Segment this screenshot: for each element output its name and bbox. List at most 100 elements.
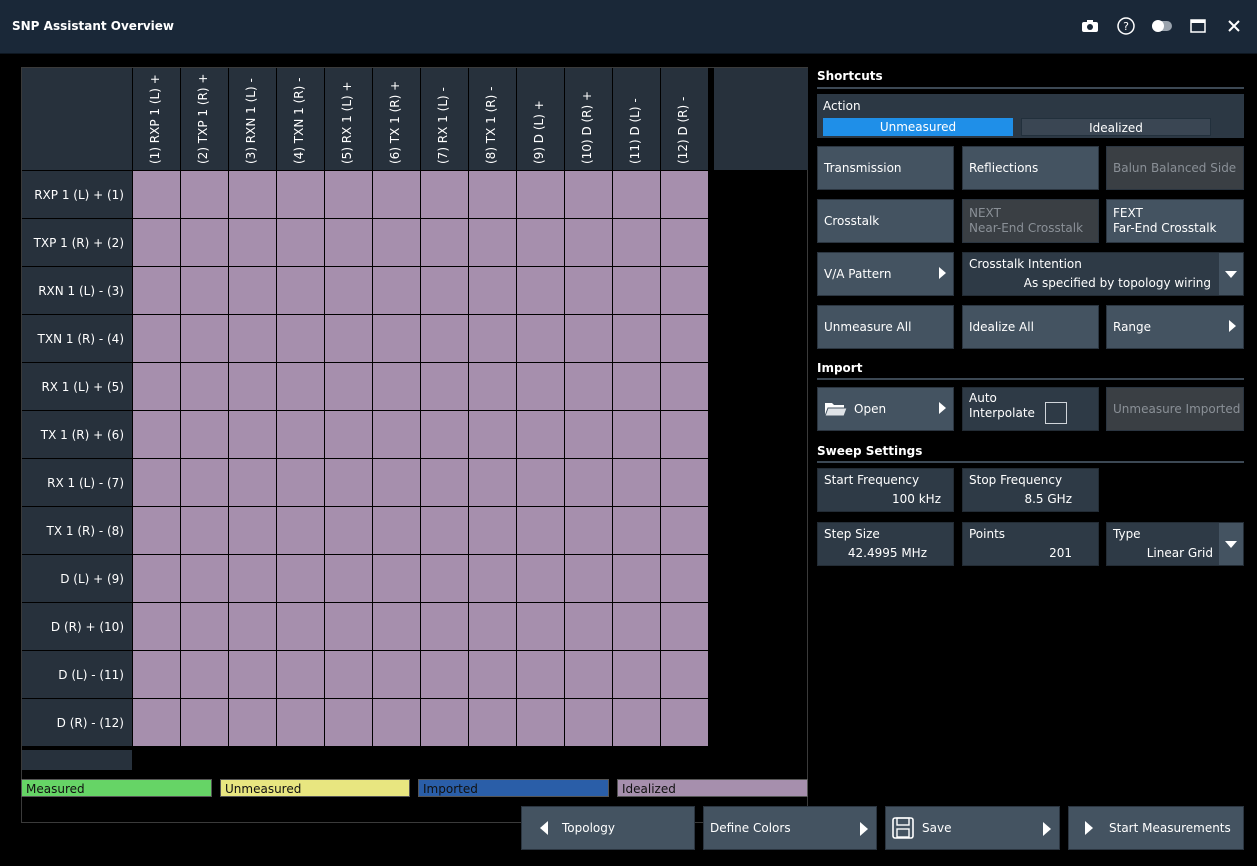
matrix-cell[interactable] — [180, 602, 228, 650]
matrix-cell[interactable] — [324, 506, 372, 554]
matrix-cell[interactable] — [516, 698, 564, 746]
matrix-cell[interactable] — [468, 218, 516, 266]
matrix-cell[interactable] — [228, 266, 276, 314]
matrix-cell[interactable] — [612, 314, 660, 362]
matrix-cell[interactable] — [276, 170, 324, 218]
matrix-cell[interactable] — [276, 362, 324, 410]
row-header[interactable]: D (R) - (12) — [22, 698, 132, 746]
fext-crosstalk-button[interactable]: FEXT Far-End Crosstalk — [1106, 199, 1244, 243]
matrix-cell[interactable] — [420, 458, 468, 506]
matrix-cell[interactable] — [228, 650, 276, 698]
matrix-cell[interactable] — [324, 362, 372, 410]
matrix-cell[interactable] — [564, 410, 612, 458]
row-header[interactable]: RX 1 (L) + (5) — [22, 362, 132, 410]
row-header[interactable]: D (R) + (10) — [22, 602, 132, 650]
matrix-cell[interactable] — [324, 170, 372, 218]
matrix-cell[interactable] — [420, 602, 468, 650]
matrix-cell[interactable] — [228, 314, 276, 362]
matrix-cell[interactable] — [660, 554, 708, 602]
matrix-cell[interactable] — [612, 410, 660, 458]
matrix-cell[interactable] — [660, 602, 708, 650]
matrix-cell[interactable] — [372, 314, 420, 362]
matrix-cell[interactable] — [612, 698, 660, 746]
column-header[interactable]: (12) D (R) - — [660, 68, 708, 170]
matrix-cell[interactable] — [180, 506, 228, 554]
matrix-cell[interactable] — [372, 362, 420, 410]
matrix-cell[interactable] — [180, 458, 228, 506]
matrix-cell[interactable] — [132, 410, 180, 458]
matrix-cell[interactable] — [468, 314, 516, 362]
matrix-cell[interactable] — [132, 314, 180, 362]
matrix-cell[interactable] — [660, 650, 708, 698]
matrix-cell[interactable] — [660, 314, 708, 362]
column-header[interactable]: (4) TXN 1 (R) - — [276, 68, 324, 170]
matrix-cell[interactable] — [276, 554, 324, 602]
matrix-cell[interactable] — [420, 410, 468, 458]
matrix-cell[interactable] — [324, 554, 372, 602]
matrix-cell[interactable] — [468, 554, 516, 602]
matrix-cell[interactable] — [516, 602, 564, 650]
matrix-cell[interactable] — [180, 698, 228, 746]
matrix-cell[interactable] — [564, 218, 612, 266]
matrix-cell[interactable] — [468, 506, 516, 554]
matrix-cell[interactable] — [372, 602, 420, 650]
matrix-cell[interactable] — [564, 554, 612, 602]
matrix-cell[interactable] — [180, 170, 228, 218]
matrix-cell[interactable] — [132, 458, 180, 506]
matrix-cell[interactable] — [180, 410, 228, 458]
matrix-cell[interactable] — [468, 698, 516, 746]
matrix-cell[interactable] — [468, 170, 516, 218]
balun-balanced-side-button[interactable]: Balun Balanced Side — [1106, 146, 1244, 190]
stop-frequency-field[interactable]: Stop Frequency 8.5 GHz — [962, 468, 1099, 512]
matrix-cell[interactable] — [612, 554, 660, 602]
matrix-cell[interactable] — [660, 362, 708, 410]
column-header[interactable]: (5) RX 1 (L) + — [324, 68, 372, 170]
matrix-cell[interactable] — [660, 506, 708, 554]
matrix-cell[interactable] — [468, 362, 516, 410]
matrix-cell[interactable] — [660, 266, 708, 314]
matrix-cell[interactable] — [180, 554, 228, 602]
start-measurements-button[interactable]: Start Measurements — [1068, 806, 1244, 850]
define-colors-button[interactable]: Define Colors — [703, 806, 877, 850]
matrix-cell[interactable] — [372, 218, 420, 266]
row-header[interactable]: TXP 1 (R) + (2) — [22, 218, 132, 266]
matrix-cell[interactable] — [372, 698, 420, 746]
matrix-cell[interactable] — [228, 362, 276, 410]
matrix-cell[interactable] — [372, 170, 420, 218]
matrix-cell[interactable] — [324, 314, 372, 362]
matrix-cell[interactable] — [228, 698, 276, 746]
matrix-cell[interactable] — [132, 362, 180, 410]
matrix-cell[interactable] — [564, 506, 612, 554]
points-field[interactable]: Points 201 — [962, 522, 1099, 566]
row-header[interactable]: RXN 1 (L) - (3) — [22, 266, 132, 314]
matrix-cell[interactable] — [612, 602, 660, 650]
matrix-cell[interactable] — [132, 698, 180, 746]
topology-button[interactable]: Topology — [521, 806, 695, 850]
matrix-cell[interactable] — [372, 458, 420, 506]
matrix-cell[interactable] — [420, 314, 468, 362]
reflections-button[interactable]: Refliections — [962, 146, 1099, 190]
matrix-cell[interactable] — [612, 506, 660, 554]
matrix-cell[interactable] — [564, 362, 612, 410]
matrix-cell[interactable] — [564, 314, 612, 362]
start-frequency-field[interactable]: Start Frequency 100 kHz — [817, 468, 954, 512]
matrix-cell[interactable] — [324, 458, 372, 506]
matrix-cell[interactable] — [324, 266, 372, 314]
matrix-cell[interactable] — [516, 314, 564, 362]
matrix-cell[interactable] — [660, 170, 708, 218]
matrix-cell[interactable] — [612, 170, 660, 218]
row-header[interactable]: RX 1 (L) - (7) — [22, 458, 132, 506]
matrix-cell[interactable] — [420, 506, 468, 554]
matrix-cell[interactable] — [180, 266, 228, 314]
matrix-cell[interactable] — [468, 458, 516, 506]
matrix-cell[interactable] — [180, 362, 228, 410]
column-header[interactable]: (11) D (L) - — [612, 68, 660, 170]
matrix-cell[interactable] — [324, 650, 372, 698]
matrix-cell[interactable] — [420, 554, 468, 602]
matrix-cell[interactable] — [228, 170, 276, 218]
idealize-all-button[interactable]: Idealize All — [962, 305, 1099, 349]
matrix-cell[interactable] — [324, 410, 372, 458]
matrix-cell[interactable] — [468, 266, 516, 314]
matrix-cell[interactable] — [228, 218, 276, 266]
matrix-cell[interactable] — [324, 602, 372, 650]
